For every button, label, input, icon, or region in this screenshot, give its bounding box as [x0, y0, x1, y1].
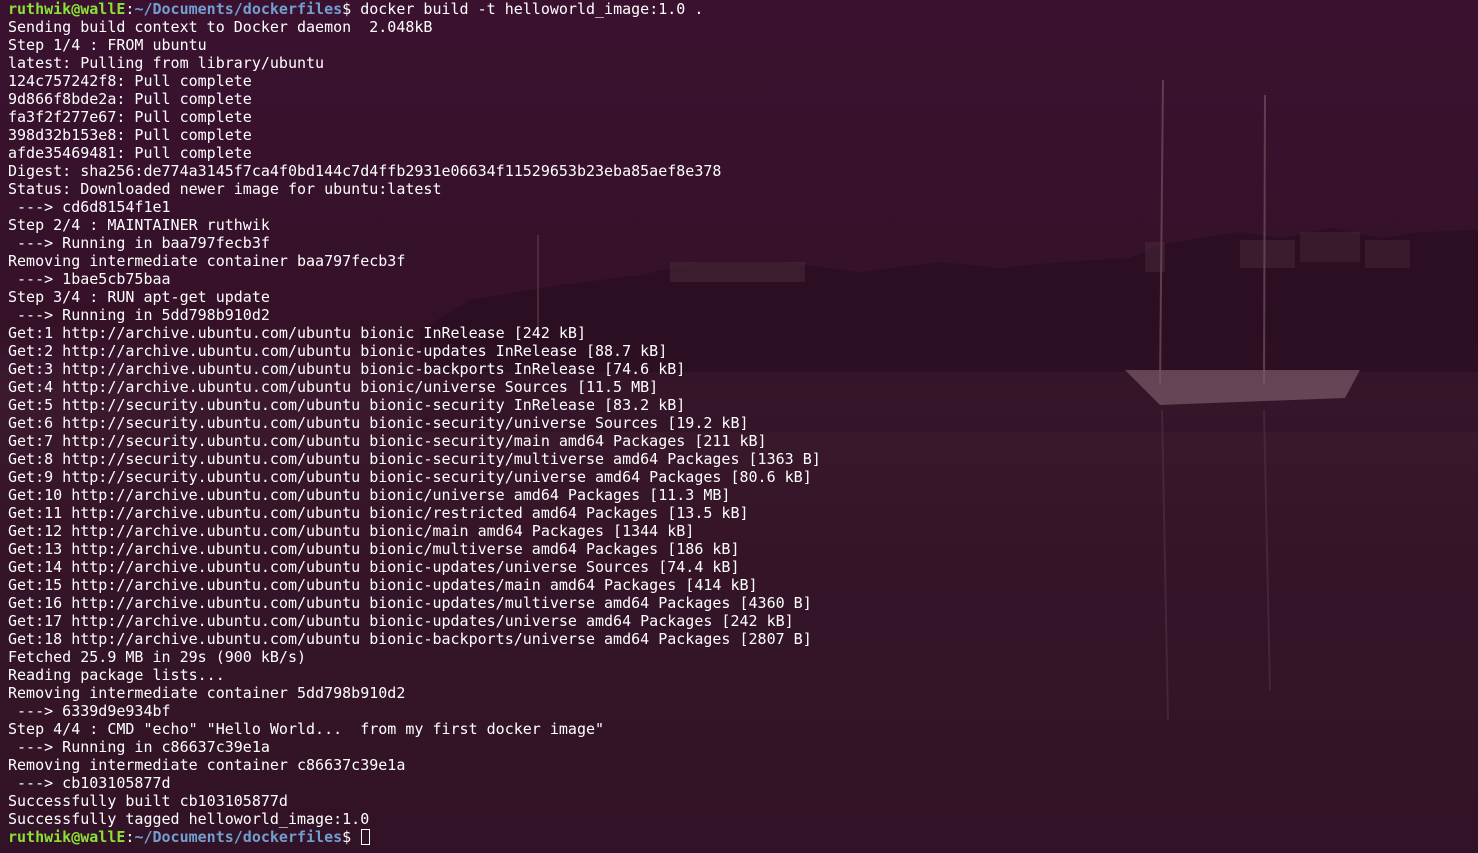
- output-line: Status: Downloaded newer image for ubunt…: [8, 180, 442, 198]
- output-line: Fetched 25.9 MB in 29s (900 kB/s): [8, 648, 307, 666]
- output-line: ---> 1bae5cb75baa: [8, 270, 171, 288]
- prompt-dollar: $: [342, 0, 352, 18]
- prompt-path: ~/Documents/dockerfiles: [134, 0, 343, 18]
- output-line: Get:13 http://archive.ubuntu.com/ubuntu …: [8, 540, 740, 558]
- output-line: Step 3/4 : RUN apt-get update: [8, 288, 270, 306]
- output-line: Removing intermediate container 5dd798b9…: [8, 684, 406, 702]
- output-line: Get:1 http://archive.ubuntu.com/ubuntu b…: [8, 324, 586, 342]
- command-text: docker build -t helloworld_image:1.0 .: [351, 0, 704, 18]
- output-line: Reading package lists...: [8, 666, 225, 684]
- output-line: Get:4 http://archive.ubuntu.com/ubuntu b…: [8, 378, 659, 396]
- output-line: Step 4/4 : CMD "echo" "Hello World... fr…: [8, 720, 605, 738]
- prompt-path: ~/Documents/dockerfiles: [134, 828, 343, 846]
- output-line: ---> Running in baa797fecb3f: [8, 234, 270, 252]
- output-line: latest: Pulling from library/ubuntu: [8, 54, 325, 72]
- output-line: fa3f2f277e67: Pull complete: [8, 108, 252, 126]
- output-line: Get:8 http://security.ubuntu.com/ubuntu …: [8, 450, 821, 468]
- text-cursor[interactable]: [361, 829, 371, 845]
- output-line: Get:6 http://security.ubuntu.com/ubuntu …: [8, 414, 749, 432]
- output-line: Successfully built cb103105877d: [8, 792, 288, 810]
- output-line: ---> Running in 5dd798b910d2: [8, 306, 270, 324]
- terminal-output[interactable]: ruthwik@wallE:~/Documents/dockerfiles$ d…: [8, 0, 821, 846]
- output-line: Get:10 http://archive.ubuntu.com/ubuntu …: [8, 486, 731, 504]
- output-line: Get:17 http://archive.ubuntu.com/ubuntu …: [8, 612, 794, 630]
- output-line: Get:15 http://archive.ubuntu.com/ubuntu …: [8, 576, 758, 594]
- output-line: Removing intermediate container c86637c3…: [8, 756, 406, 774]
- output-line: Sending build context to Docker daemon 2…: [8, 18, 433, 36]
- prompt-user-host: ruthwik@wallE: [8, 0, 126, 18]
- output-line: 398d32b153e8: Pull complete: [8, 126, 252, 144]
- output-line: Get:2 http://archive.ubuntu.com/ubuntu b…: [8, 342, 668, 360]
- output-line: Digest: sha256:de774a3145f7ca4f0bd144c7d…: [8, 162, 722, 180]
- output-line: 124c757242f8: Pull complete: [8, 72, 252, 90]
- output-line: Get:11 http://archive.ubuntu.com/ubuntu …: [8, 504, 749, 522]
- output-line: Get:5 http://security.ubuntu.com/ubuntu …: [8, 396, 686, 414]
- prompt-dollar: $: [342, 828, 352, 846]
- output-line: ---> cb103105877d: [8, 774, 171, 792]
- output-line: 9d866f8bde2a: Pull complete: [8, 90, 252, 108]
- output-line: Get:7 http://security.ubuntu.com/ubuntu …: [8, 432, 767, 450]
- output-line: Step 2/4 : MAINTAINER ruthwik: [8, 216, 270, 234]
- output-line: Get:16 http://archive.ubuntu.com/ubuntu …: [8, 594, 812, 612]
- output-line: Get:14 http://archive.ubuntu.com/ubuntu …: [8, 558, 740, 576]
- output-line: Get:3 http://archive.ubuntu.com/ubuntu b…: [8, 360, 686, 378]
- output-line: Get:12 http://archive.ubuntu.com/ubuntu …: [8, 522, 695, 540]
- output-line: Step 1/4 : FROM ubuntu: [8, 36, 207, 54]
- output-line: ---> cd6d8154f1e1: [8, 198, 171, 216]
- prompt-user-host: ruthwik@wallE: [8, 828, 126, 846]
- output-line: Removing intermediate container baa797fe…: [8, 252, 406, 270]
- prompt-line-current: ruthwik@wallE:~/Documents/dockerfiles$: [8, 828, 821, 846]
- output-line: ---> Running in c86637c39e1a: [8, 738, 270, 756]
- output-line: ---> 6339d9e934bf: [8, 702, 171, 720]
- output-line: Get:9 http://security.ubuntu.com/ubuntu …: [8, 468, 812, 486]
- prompt-line-command: ruthwik@wallE:~/Documents/dockerfiles$ d…: [8, 0, 821, 18]
- output-line: afde35469481: Pull complete: [8, 144, 252, 162]
- output-line: Successfully tagged helloworld_image:1.0: [8, 810, 370, 828]
- terminal-window[interactable]: ruthwik@wallE:~/Documents/dockerfiles$ d…: [0, 0, 1478, 853]
- output-line: Get:18 http://archive.ubuntu.com/ubuntu …: [8, 630, 812, 648]
